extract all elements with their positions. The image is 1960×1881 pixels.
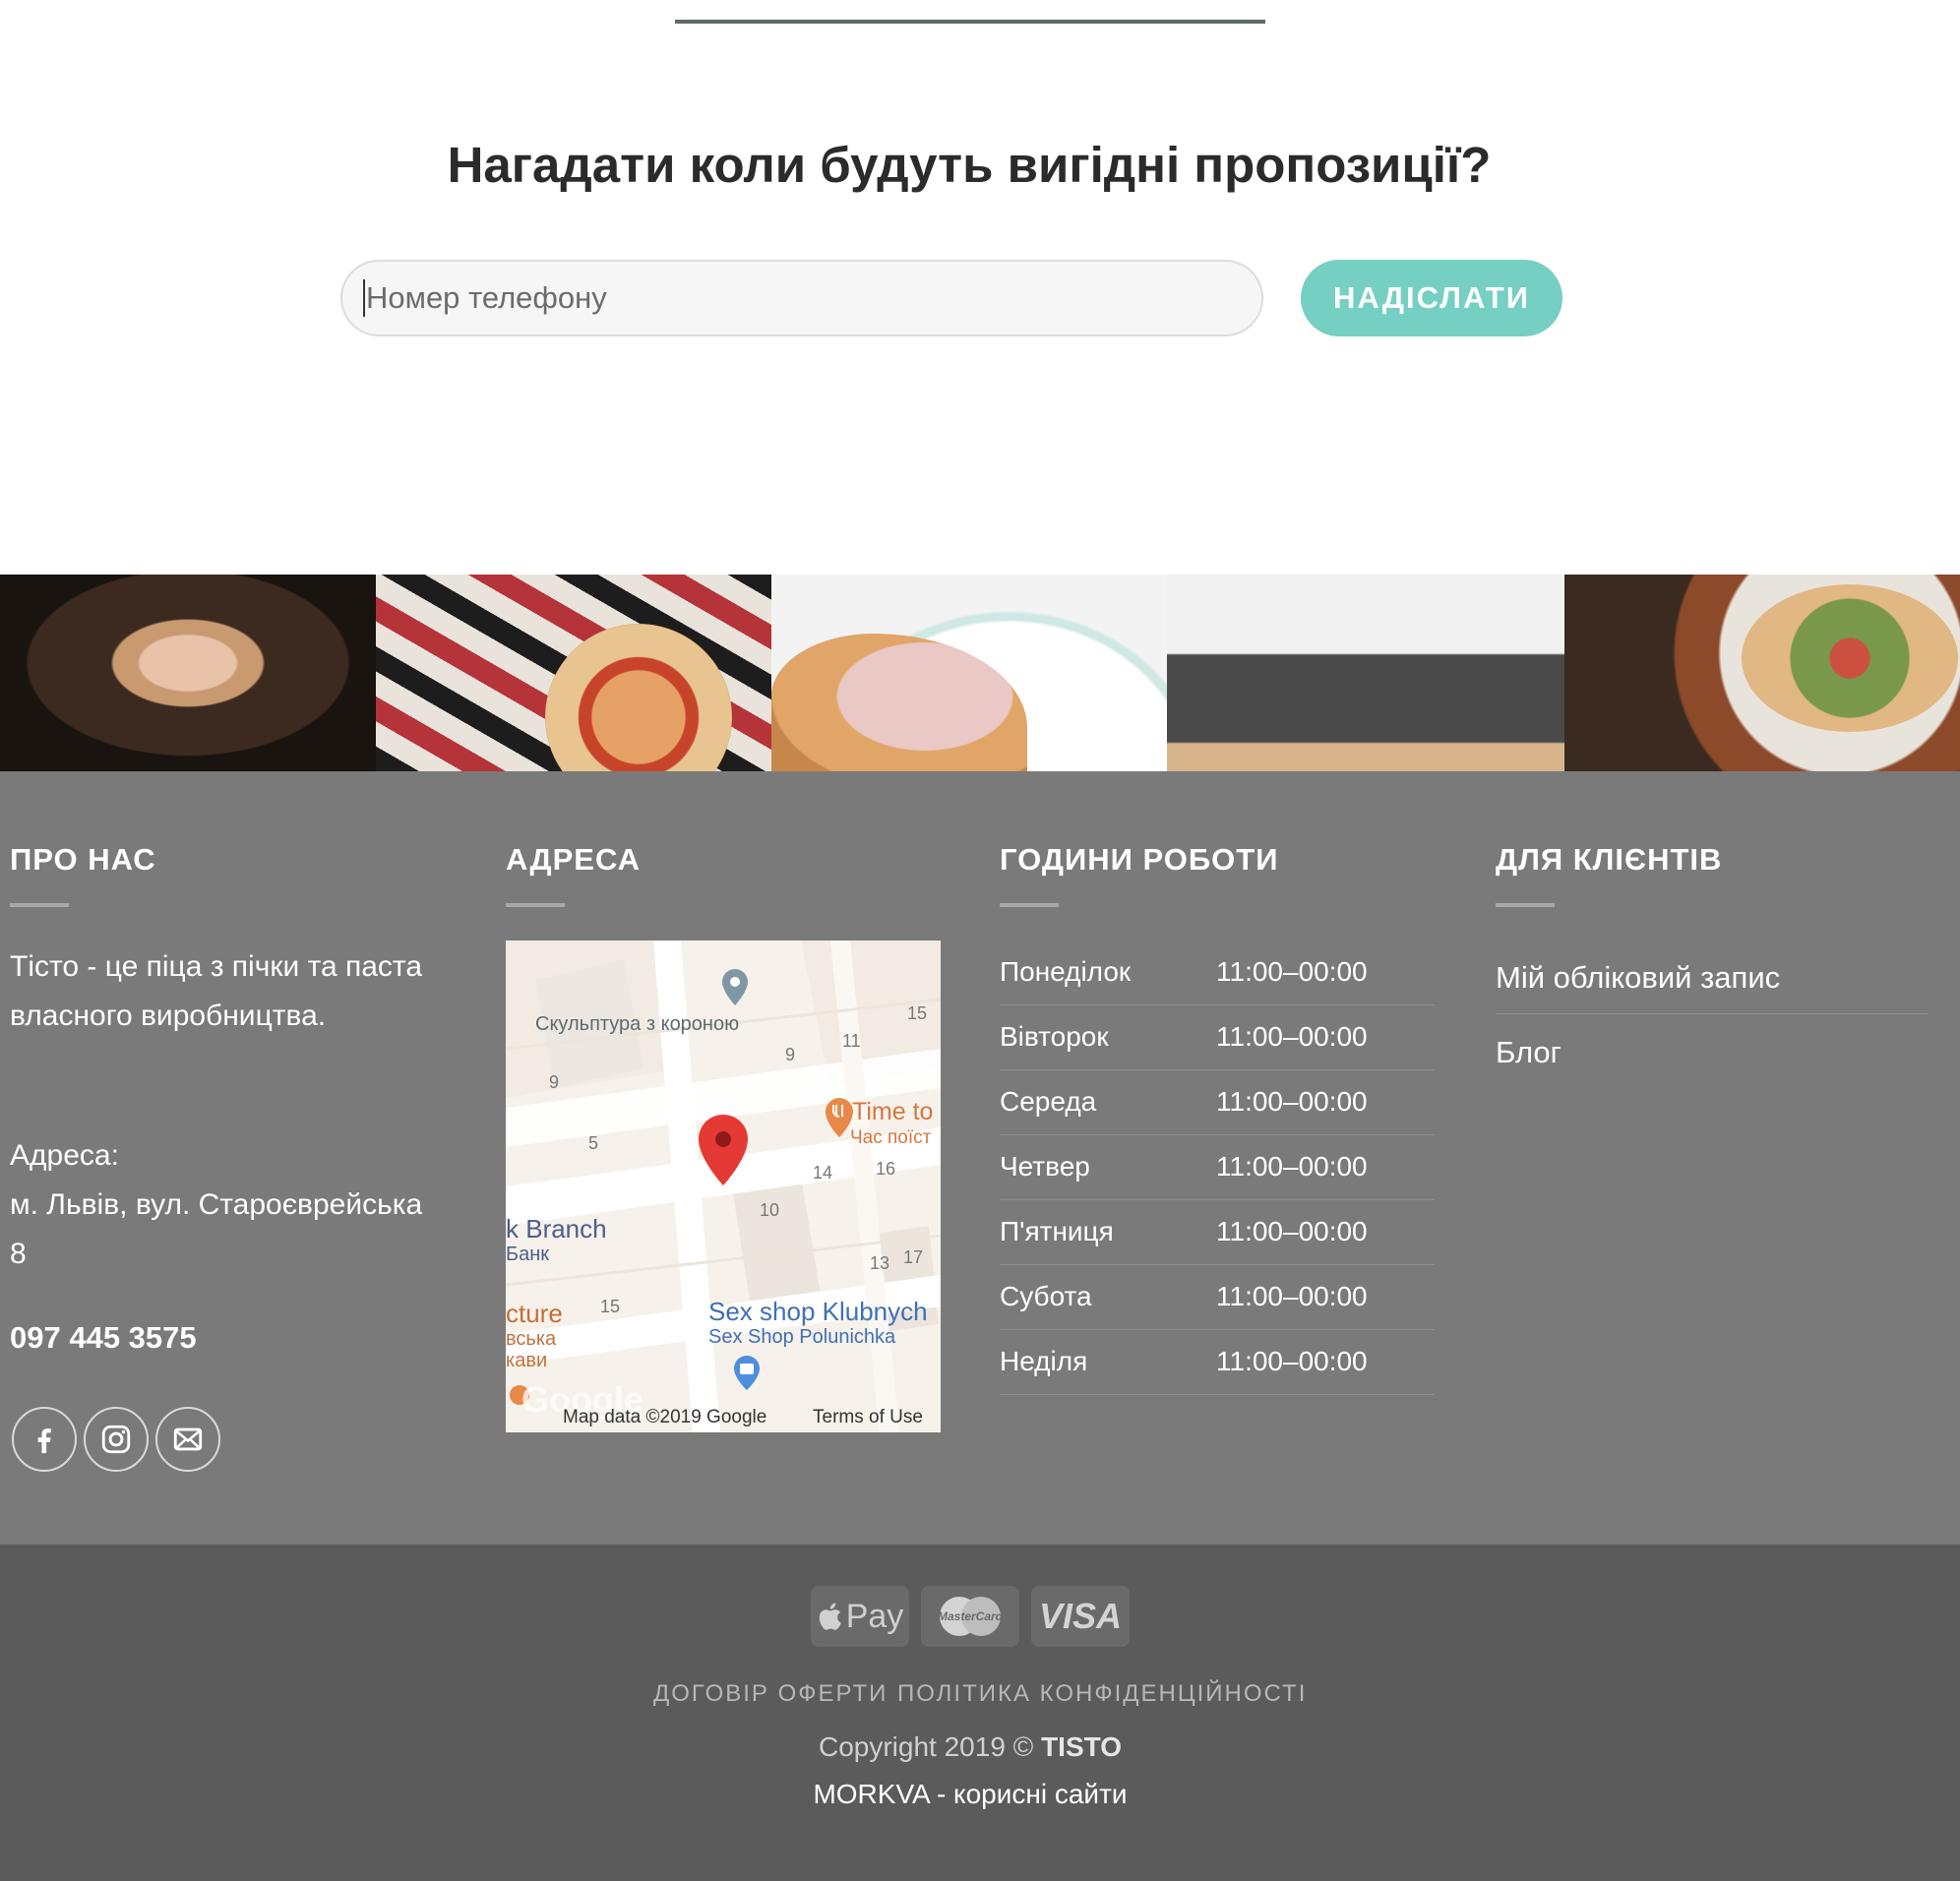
hours-row: Понеділок 11:00–00:00 [1000, 940, 1435, 1005]
address-title-bar [506, 903, 565, 907]
hours-row: П'ятниця 11:00–00:00 [1000, 1200, 1435, 1265]
map-label-sex-shop-sub: Sex Shop Polunichka [708, 1326, 896, 1348]
top-divider [675, 20, 1265, 24]
map-label-chas: Час поїст [850, 1127, 932, 1148]
phone-input[interactable] [340, 260, 1263, 336]
developer-credit[interactable]: MORKVA - корисні сайти [0, 1779, 1940, 1810]
instagram-button[interactable] [84, 1407, 149, 1472]
map-label-sex-shop: Sex shop Klubnych [708, 1297, 928, 1326]
about-title: ПРО НАС [10, 842, 156, 877]
apple-pay-badge: Pay [811, 1586, 909, 1647]
apple-icon [819, 1603, 841, 1630]
privacy-policy-link[interactable]: ПОЛІТИКА КОНФІДЕНЦІЙНОСТІ [897, 1680, 1307, 1708]
map-label-bank: Банк [506, 1244, 550, 1265]
map-label-kavy: кави [506, 1350, 548, 1371]
hours-day: Четвер [1000, 1151, 1090, 1182]
facebook-icon [37, 1428, 51, 1454]
hours-day: Середа [1000, 1086, 1097, 1117]
hours-time: 11:00–00:00 [1216, 1346, 1368, 1376]
hours-row: Четвер 11:00–00:00 [1000, 1135, 1435, 1200]
photo-ice-cream-cone[interactable] [771, 575, 1167, 771]
map-number: 9 [549, 1072, 560, 1092]
map-number: 15 [600, 1297, 621, 1316]
map-label-cture: cture [506, 1299, 563, 1328]
footer-main [0, 771, 1960, 1545]
hours-time: 11:00–00:00 [1216, 1281, 1368, 1311]
copyright: Copyright 2019 © TISTO [0, 1731, 1940, 1763]
map-label-vska: вська [506, 1328, 557, 1350]
blog-link[interactable]: Блог [1496, 1035, 1929, 1070]
hours-title-bar [1000, 903, 1059, 907]
text-caret [363, 279, 365, 317]
email-button[interactable] [155, 1407, 220, 1472]
hours-row: Субота 11:00–00:00 [1000, 1265, 1435, 1330]
hours-row: Неділя 11:00–00:00 [1000, 1330, 1435, 1395]
hours-time: 11:00–00:00 [1216, 1151, 1368, 1182]
map-number: 11 [842, 1031, 861, 1051]
photo-girl-smiling[interactable] [0, 575, 376, 771]
hours-time: 11:00–00:00 [1216, 1216, 1368, 1246]
hours-row: Середа 11:00–00:00 [1000, 1070, 1435, 1135]
clients-title-bar [1496, 903, 1555, 907]
visa-badge: VISA [1031, 1586, 1130, 1647]
map-attribution: Map data ©2019 Google [563, 1407, 767, 1427]
email-icon [173, 1427, 203, 1451]
mastercard-label: MasterCard [937, 1609, 1004, 1623]
map-number: 10 [760, 1200, 780, 1220]
hours-time: 11:00–00:00 [1216, 956, 1368, 987]
offer-agreement-link[interactable]: ДОГОВІР ОФЕРТИ [653, 1680, 888, 1708]
map-label-branch: k Branch [506, 1214, 607, 1244]
send-button[interactable]: НАДІСЛАТИ [1301, 260, 1562, 336]
map-label-sculpture: Скульптура з короною [535, 1013, 740, 1035]
apple-pay-label: Pay [845, 1597, 904, 1635]
map-number: 17 [903, 1247, 924, 1267]
instagram-icon [101, 1425, 131, 1454]
about-phone: 097 445 3575 [10, 1320, 197, 1355]
hours-day: Вівторок [1000, 1021, 1109, 1052]
clients-title: ДЛЯ КЛІЄНТІВ [1496, 842, 1723, 877]
hours-day: П'ятниця [1000, 1216, 1114, 1246]
google-map[interactable]: Скульптура з короною 15 11 9 9 5 Time to… [506, 940, 941, 1432]
photo-pizza-salad[interactable] [1564, 575, 1960, 771]
about-address: м. Львів, вул. Староєврейська 8 [10, 1188, 423, 1270]
map-number: 5 [588, 1133, 599, 1153]
map-number: 9 [785, 1045, 796, 1064]
address-title: АДРЕСА [506, 842, 641, 877]
about-title-bar [10, 903, 69, 907]
mastercard-badge: MasterCard [921, 1586, 1019, 1647]
about-address-label: Адреса: [10, 1139, 119, 1172]
map-number: 16 [876, 1159, 896, 1179]
hours-time: 11:00–00:00 [1216, 1021, 1368, 1052]
hours-day: Понеділок [1000, 956, 1132, 987]
hours-time: 11:00–00:00 [1216, 1086, 1368, 1117]
facebook-button[interactable] [12, 1407, 77, 1472]
map-number: 15 [907, 1003, 928, 1023]
map-terms-link[interactable]: Terms of Use [813, 1407, 923, 1428]
hours-title: ГОДИНИ РОБОТИ [1000, 842, 1279, 877]
map-label-time-to: Time to [852, 1098, 934, 1125]
subscribe-headline: Нагадати коли будуть вигідні пропозиції? [447, 137, 1492, 193]
photo-strip [0, 575, 1960, 771]
map-number: 13 [870, 1253, 890, 1273]
photo-pizza-tablecloth[interactable] [376, 575, 771, 771]
copyright-brand[interactable]: TISTO [1041, 1731, 1122, 1762]
my-account-link[interactable]: Мій обліковий запис [1496, 960, 1929, 996]
visa-label: VISA [1038, 1596, 1123, 1636]
photo-chef-pizza[interactable] [1167, 575, 1564, 771]
hours-row: Вівторок 11:00–00:00 [1000, 1005, 1435, 1070]
about-text: Тісто - це піца з пічки та паста власног… [10, 950, 423, 1032]
map-number: 14 [813, 1163, 833, 1183]
hours-day: Субота [1000, 1281, 1092, 1311]
copyright-text: Copyright 2019 © [818, 1731, 1034, 1762]
clients-divider [1496, 1013, 1929, 1014]
hours-day: Неділя [1000, 1346, 1088, 1376]
